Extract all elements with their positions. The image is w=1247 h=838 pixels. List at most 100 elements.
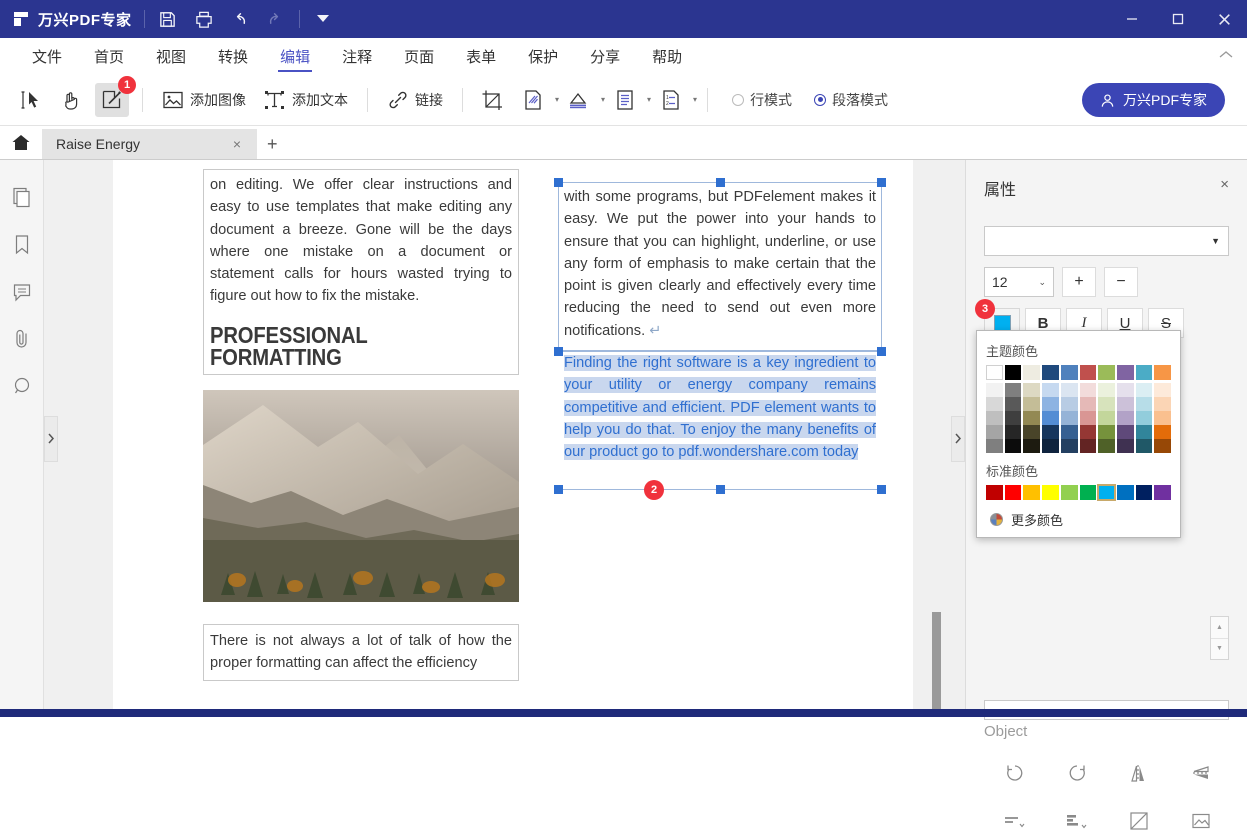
menu-item-page[interactable]: 页面: [388, 38, 450, 74]
document-viewport[interactable]: on editing. We offer clear instructions …: [44, 160, 965, 717]
standard-color-swatch-8[interactable]: [1135, 485, 1153, 500]
theme-color-swatch-2[interactable]: [1023, 365, 1041, 380]
theme-color-swatch-1-3[interactable]: [1042, 397, 1059, 411]
theme-color-swatch-7[interactable]: [1116, 365, 1134, 380]
collapse-right-panel-button[interactable]: [951, 415, 965, 462]
close-button[interactable]: [1201, 0, 1247, 38]
stepper-up-icon[interactable]: ▲: [1211, 617, 1228, 639]
flip-horizontal-icon[interactable]: [1170, 756, 1232, 790]
line-mode-radio[interactable]: [732, 93, 745, 106]
theme-color-swatch-1-0[interactable]: [986, 397, 1003, 411]
watermark-tool[interactable]: [516, 83, 550, 117]
menu-item-view[interactable]: 视图: [140, 38, 202, 74]
background-caret-icon[interactable]: ▾: [601, 95, 605, 104]
font-family-select[interactable]: ▼: [984, 226, 1229, 256]
theme-color-swatch-3-8[interactable]: [1135, 425, 1153, 439]
menu-item-file[interactable]: 文件: [16, 38, 78, 74]
theme-color-swatch-1-9[interactable]: [1154, 397, 1171, 411]
theme-color-swatch-3-3[interactable]: [1042, 425, 1059, 439]
theme-color-swatch-2-9[interactable]: [1154, 411, 1171, 425]
theme-color-swatch-1-6[interactable]: [1098, 397, 1115, 411]
theme-color-swatch-9[interactable]: [1154, 365, 1171, 380]
watermark-caret-icon[interactable]: ▾: [555, 95, 559, 104]
theme-color-swatch-5[interactable]: [1079, 365, 1097, 380]
theme-color-swatch-4-3[interactable]: [1042, 439, 1059, 453]
pdf-page[interactable]: on editing. We offer clear instructions …: [113, 160, 913, 717]
bates-caret-icon[interactable]: ▾: [693, 95, 697, 104]
header-footer-caret-icon[interactable]: ▾: [647, 95, 651, 104]
theme-color-swatch-3-9[interactable]: [1154, 425, 1171, 439]
standard-color-swatch-4[interactable]: [1060, 485, 1078, 500]
theme-color-swatch-1-7[interactable]: [1116, 397, 1134, 411]
theme-color-swatch-0-2[interactable]: [1023, 383, 1041, 397]
theme-color-swatch-2-0[interactable]: [986, 411, 1003, 425]
menu-item-home[interactable]: 首页: [78, 38, 140, 74]
flip-vertical-icon[interactable]: [1108, 756, 1170, 790]
theme-color-swatch-0-3[interactable]: [1042, 383, 1059, 397]
edit-tool[interactable]: 1: [95, 75, 136, 117]
rotate-left-icon[interactable]: [984, 756, 1046, 790]
theme-color-swatch-0[interactable]: [986, 365, 1003, 380]
theme-color-swatch-8[interactable]: [1135, 365, 1153, 380]
theme-color-swatch-3-2[interactable]: [1023, 425, 1041, 439]
sel-resize-handle-bc[interactable]: [716, 485, 725, 494]
color-picker-popup[interactable]: 主题颜色 标准颜色 更多颜色: [976, 330, 1181, 538]
sel-resize-handle-bl[interactable]: [554, 485, 563, 494]
stepper-down-icon[interactable]: ▼: [1211, 639, 1228, 660]
theme-color-swatch-3[interactable]: [1042, 365, 1059, 380]
save-icon[interactable]: [157, 8, 179, 30]
document-tab[interactable]: Raise Energy ×: [42, 129, 257, 159]
theme-color-swatch-2-8[interactable]: [1135, 411, 1153, 425]
standard-color-swatch-9[interactable]: [1154, 485, 1171, 500]
theme-color-swatch-2-7[interactable]: [1116, 411, 1134, 425]
standard-color-swatch-7[interactable]: [1116, 485, 1134, 500]
menu-item-form[interactable]: 表单: [450, 38, 512, 74]
theme-color-swatch-3-6[interactable]: [1098, 425, 1115, 439]
theme-color-swatch-1-1[interactable]: [1004, 397, 1022, 411]
add-text-button[interactable]: 添加文本: [258, 83, 354, 117]
properties-close-icon[interactable]: ×: [1220, 176, 1229, 193]
account-button[interactable]: 万兴PDF专家: [1082, 83, 1225, 117]
line-mode-option[interactable]: 行模式: [724, 90, 800, 110]
theme-color-swatch-2-1[interactable]: [1004, 411, 1022, 425]
menu-item-edit[interactable]: 编辑: [264, 38, 326, 74]
collapse-left-panel-button[interactable]: [44, 415, 58, 462]
theme-color-swatch-2-5[interactable]: [1079, 411, 1097, 425]
theme-color-swatch-1-4[interactable]: [1060, 397, 1078, 411]
new-tab-icon[interactable]: +: [257, 129, 288, 159]
bates-numbering-tool[interactable]: 12: [654, 83, 688, 117]
add-image-button[interactable]: 添加图像: [156, 83, 252, 117]
standard-color-swatch-0[interactable]: [986, 485, 1003, 500]
theme-color-swatch-4-1[interactable]: [1004, 439, 1022, 453]
more-colors-button[interactable]: 更多颜色: [986, 508, 1171, 531]
font-size-select[interactable]: 12 ⌄: [984, 267, 1054, 297]
resize-handle-br[interactable]: [877, 347, 886, 356]
attachment-icon[interactable]: [10, 327, 34, 351]
tab-close-icon[interactable]: ×: [227, 136, 247, 152]
theme-color-swatch-4-5[interactable]: [1079, 439, 1097, 453]
menu-item-share[interactable]: 分享: [574, 38, 636, 74]
menu-item-comment[interactable]: 注释: [326, 38, 388, 74]
theme-color-swatch-0-9[interactable]: [1154, 383, 1171, 397]
theme-color-swatch-1[interactable]: [1004, 365, 1022, 380]
hand-tool[interactable]: [55, 83, 89, 117]
theme-color-swatch-4-0[interactable]: [986, 439, 1003, 453]
minimize-button[interactable]: [1109, 0, 1155, 38]
theme-color-swatch-2-4[interactable]: [1060, 411, 1078, 425]
left-paragraph-block[interactable]: on editing. We offer clear instructions …: [203, 169, 519, 376]
theme-color-swatch-0-0[interactable]: [986, 383, 1003, 397]
undo-icon[interactable]: [229, 8, 251, 30]
print-icon[interactable]: [193, 8, 215, 30]
distribute-icon[interactable]: [1046, 804, 1108, 838]
menu-item-convert[interactable]: 转换: [202, 38, 264, 74]
paragraph-mode-radio[interactable]: [814, 93, 827, 106]
maximize-button[interactable]: [1155, 0, 1201, 38]
theme-color-swatch-1-5[interactable]: [1079, 397, 1097, 411]
resize-handle-tc[interactable]: [716, 178, 725, 187]
menu-item-protect[interactable]: 保护: [512, 38, 574, 74]
sel-resize-handle-br[interactable]: [877, 485, 886, 494]
theme-color-swatch-4[interactable]: [1060, 365, 1078, 380]
crop-image-icon[interactable]: [1108, 804, 1170, 838]
standard-color-swatch-1[interactable]: [1004, 485, 1022, 500]
resize-handle-bl[interactable]: [554, 347, 563, 356]
